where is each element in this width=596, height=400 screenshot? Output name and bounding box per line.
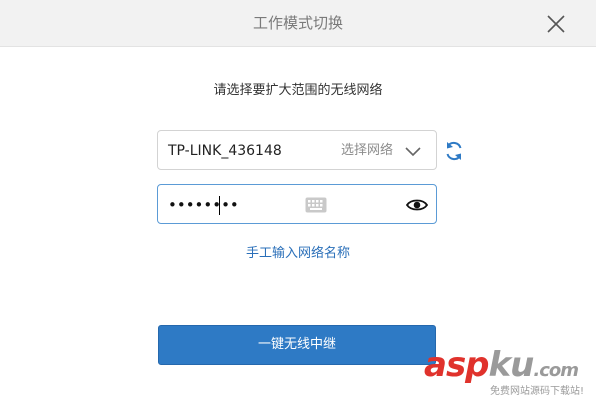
password-field[interactable]: ••••••••: [157, 184, 437, 224]
ssid-select[interactable]: TP-LINK_436148 选择网络: [157, 130, 437, 170]
network-prompt: 请选择要扩大范围的无线网络: [213, 83, 383, 98]
select-network-label[interactable]: 选择网络: [341, 131, 393, 171]
refresh-icon[interactable]: [443, 140, 465, 162]
ssid-value: TP-LINK_436148: [168, 143, 282, 159]
wireless-repeat-button[interactable]: 一键无线中继: [158, 325, 436, 365]
eye-icon[interactable]: [406, 197, 428, 213]
close-button[interactable]: [540, 8, 572, 40]
chevron-down-icon[interactable]: [404, 144, 422, 158]
close-icon: [547, 15, 565, 33]
title-bar: 工作模式切换: [0, 0, 596, 47]
site-watermark: aspku.com 免费网站源码下载站!: [420, 345, 596, 400]
window-title: 工作模式切换: [252, 14, 343, 32]
keyboard-icon[interactable]: [305, 197, 327, 213]
manual-network-link[interactable]: 手工输入网络名称: [0, 242, 596, 261]
password-input[interactable]: ••••••••: [168, 185, 239, 225]
text-caret: [219, 196, 220, 215]
watermark-subtitle: 免费网站源码下载站!: [490, 386, 585, 397]
